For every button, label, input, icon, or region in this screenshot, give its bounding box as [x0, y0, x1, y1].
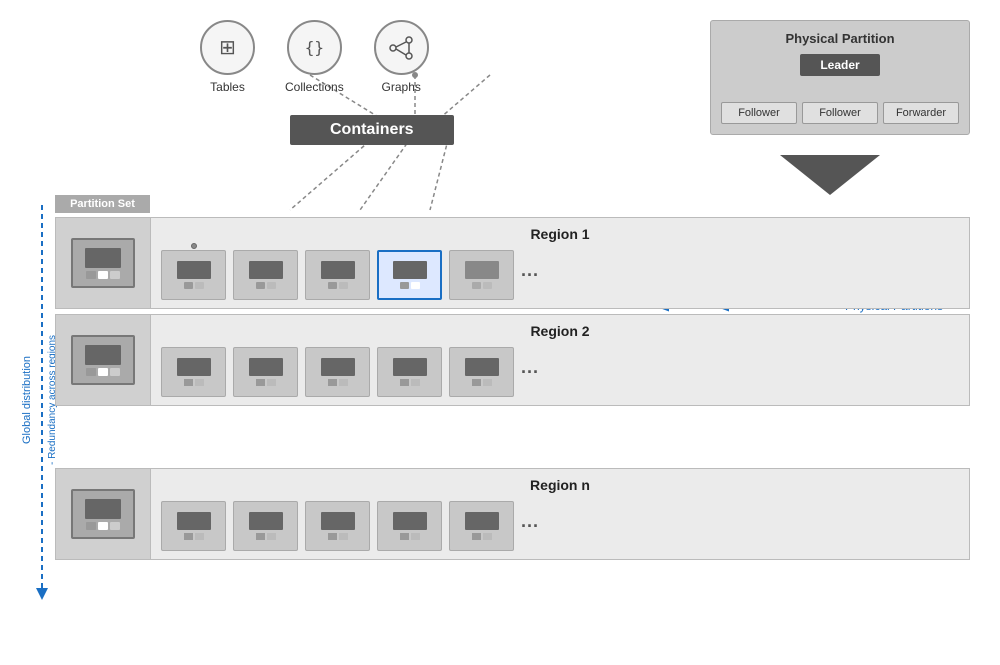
graphs-icon-item: Graphs [374, 20, 429, 94]
collections-label: Collections [285, 80, 344, 94]
part-r2-3 [305, 347, 370, 397]
pp-title: Physical Partition [721, 31, 959, 46]
pp-follower-2: Follower [802, 102, 878, 124]
partition-icon-psn [71, 489, 135, 539]
containers-box: Containers [290, 115, 454, 145]
pp-followers-area: Follower Follower Forwarder [721, 102, 959, 124]
partition-icon-ps1 [71, 238, 135, 288]
graphs-icon [374, 20, 429, 75]
part-r2-1 [161, 347, 226, 397]
main-container: Global distribution - Redundancy across … [0, 0, 1000, 665]
regionn-block: Region n [150, 468, 970, 560]
regionn-row: Region n [55, 468, 970, 560]
part-rn-3 [305, 501, 370, 551]
part-rn-5 [449, 501, 514, 551]
partition-set-region1 [55, 217, 150, 309]
pp-funnel [780, 155, 880, 195]
partition-icon-ps2 [71, 335, 135, 385]
physical-partition-box: Physical Partition Leader Follower Follo… [710, 20, 970, 135]
local-distribution-row [55, 411, 970, 443]
top-icons-area: ⊞ Tables {} Collections Graphs [200, 20, 429, 94]
collections-icon-item: {} Collections [285, 20, 344, 94]
regionn-title: Region n [161, 477, 959, 493]
tables-icon: ⊞ [200, 20, 255, 75]
regionn-partitions: ··· [161, 501, 959, 551]
region2-partitions: ··· [161, 347, 959, 397]
part-r1-3 [305, 250, 370, 300]
graphs-label: Graphs [382, 80, 421, 94]
pp-follower-1: Follower [721, 102, 797, 124]
region2-title: Region 2 [161, 323, 959, 339]
ellipsis-rn: ··· [521, 516, 539, 537]
pp-leader-area: Leader [721, 54, 959, 76]
part-rn-4 [377, 501, 442, 551]
collections-icon: {} [287, 20, 342, 75]
part-r1-2 [233, 250, 298, 300]
part-r2-2 [233, 347, 298, 397]
region1-block: Region 1 [150, 217, 970, 309]
partition-set-region2 [55, 314, 150, 406]
part-r1-1 [161, 250, 226, 300]
region2-block: Region 2 [150, 314, 970, 406]
tables-icon-item: ⊞ Tables [200, 20, 255, 94]
pp-leader-box: Leader [800, 54, 879, 76]
partition-set-label: Partition Set [55, 195, 150, 213]
part-r1-4-highlighted [377, 250, 442, 300]
part-rn-2 [233, 501, 298, 551]
region1-row: Region 1 [55, 217, 970, 309]
ellipsis-r2: ··· [521, 362, 539, 383]
tables-label: Tables [210, 80, 245, 94]
svg-text:Global distribution: Global distribution [21, 356, 33, 444]
region1-partitions: ··· [161, 250, 959, 300]
partition-set-regionn [55, 468, 150, 560]
region1-title: Region 1 [161, 226, 959, 242]
ellipsis-r1: ··· [521, 265, 539, 286]
part-r1-5 [449, 250, 514, 300]
part-rn-1 [161, 501, 226, 551]
region2-row: Region 2 [55, 314, 970, 406]
part-r2-5 [449, 347, 514, 397]
pp-forwarder: Forwarder [883, 102, 959, 124]
part-r2-4 [377, 347, 442, 397]
partition-area: Partition Set Region 1 [55, 195, 970, 560]
